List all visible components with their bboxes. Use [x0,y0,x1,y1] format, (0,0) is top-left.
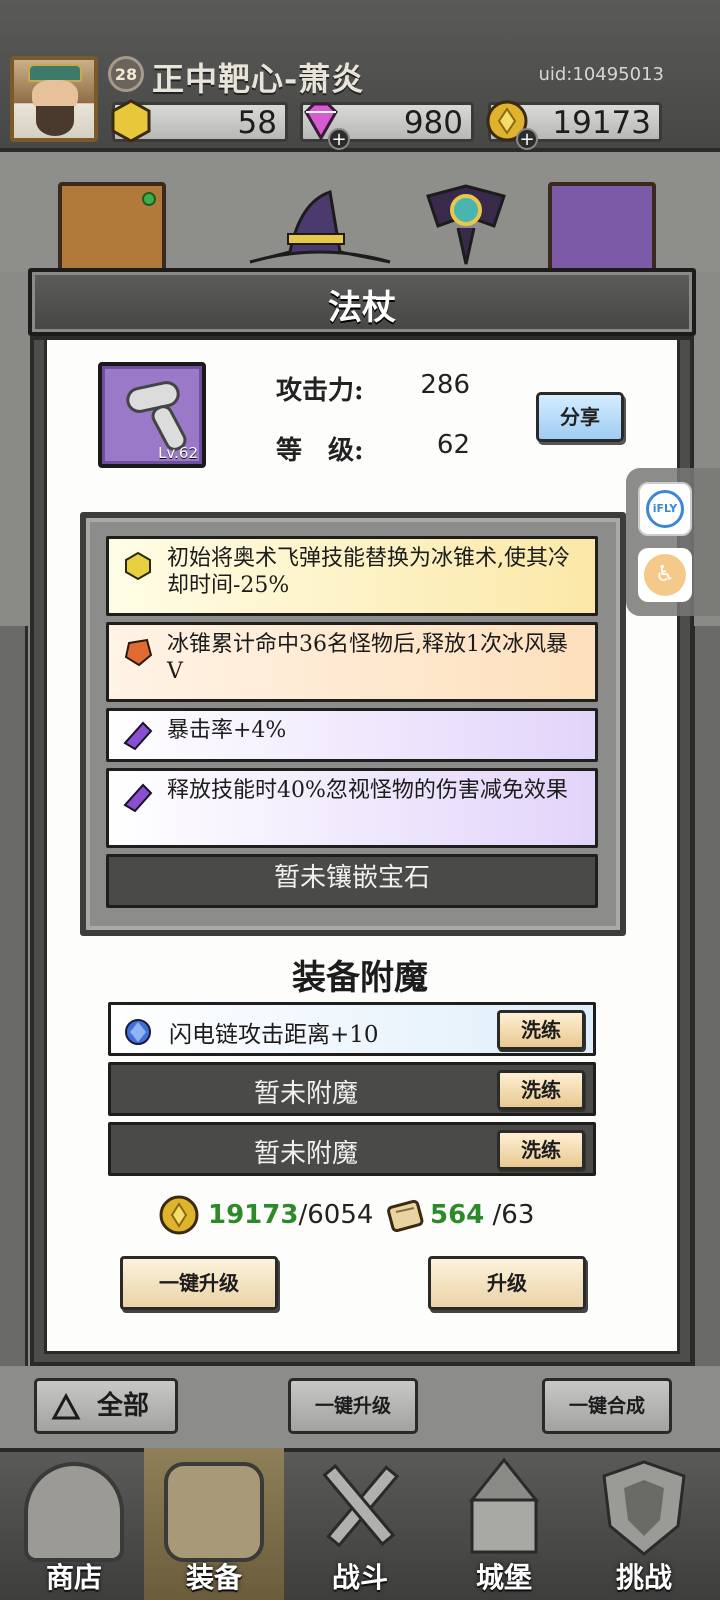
enchant-row: 暂未附魔 洗练 [108,1062,596,1116]
item-level-label: Lv.62 [158,444,198,462]
attack-value: 286 [420,370,470,400]
nav-equipment-label: 装备 [185,1561,242,1594]
coin-need: /6054 [298,1200,374,1230]
modal-title: 法杖 [328,288,396,328]
gem-row: 冰锥累计命中36名怪物后,释放1次冰风暴V [106,622,598,702]
accessibility-icon: ♿ [644,554,686,596]
backpack-icon [164,1462,264,1562]
enchant-row: 闪电链攻击距离+10 洗练 [108,1002,596,1056]
nav-castle[interactable]: 城堡 [434,1448,574,1600]
top-header: 28 正中靶心-萧炎 uid:10495013 58 980 + 19173 + [0,0,720,152]
triangle-filter-icon [51,1393,81,1420]
diamond-add-button[interactable]: + [328,128,350,150]
ifly-icon: iFLY [646,490,684,528]
purple-gem-icon [123,721,153,751]
reroll-button[interactable]: 洗练 [497,1010,585,1050]
gem-effect-text: 释放技能时40%忽视怪物的伤害减免效果 [167,778,568,803]
scroll-need: /63 [484,1200,535,1230]
wizard-hat-icon [249,190,391,264]
player-uid: uid:10495013 [538,64,664,85]
player-avatar[interactable] [10,56,98,142]
gem-row: 初始将奥术飞弹技能替换为冰锥术,使其冷却时间-25% [106,536,598,616]
modal-title-bar: 法杖 [28,268,696,336]
gem-effect-text: 暴击率+4% [167,718,287,743]
one-click-upgrade-button[interactable]: 一键升级 [120,1256,278,1310]
avatar-beard [36,106,74,136]
player-name: 正中靶心-萧炎 [152,60,365,98]
gem-effect-text: 冰锥累计命中36名怪物后,释放1次冰风暴V [167,632,568,684]
scroll-icon [387,1199,424,1233]
empty-gem-slot[interactable]: 暂未镶嵌宝石 [106,854,598,908]
reroll-button[interactable]: 洗练 [497,1070,585,1110]
enchant-text: 闪电链攻击距离+10 [169,1022,379,1048]
castle-icon [468,1457,540,1554]
coin-value: 19173 [552,105,651,141]
orange-gem-icon [124,638,153,667]
crossed-swords-icon [322,1463,400,1548]
empty-gem-text: 暂未镶嵌宝石 [273,863,430,893]
bulk-upgrade-button[interactable]: 一键升级 [288,1378,418,1434]
nav-equipment[interactable]: 装备 [144,1448,284,1600]
yellow-gem-icon [125,551,151,581]
reroll-button[interactable]: 洗练 [497,1130,585,1170]
player-level-badge: 28 [108,56,144,92]
gem-row: 暴击率+4% [106,708,598,762]
enchant-text: 暂未附魔 [253,1139,358,1169]
nav-challenge-label: 挑战 [615,1561,672,1594]
shop-icon [24,1462,124,1562]
nav-challenge[interactable]: 挑战 [574,1448,714,1600]
coin-cost: 19173/6054 [208,1200,373,1230]
equipment-showcase [0,152,720,282]
nav-castle-label: 城堡 [475,1561,532,1594]
staff-item-icon: Lv.62 [98,362,206,468]
gold-hex-value: 58 [237,105,277,141]
gem-row: 释放技能时40%忽视怪物的伤害减免效果 [106,768,598,848]
filter-all-label: 全部 [97,1391,150,1421]
armor-slot[interactable] [58,182,166,282]
blue-orb-icon [125,1019,151,1045]
level-label: 等 级: [276,436,364,466]
coin-add-button[interactable]: + [516,128,538,150]
nav-battle-label: 战斗 [331,1561,388,1594]
nav-shop-label: 商店 [45,1561,102,1594]
weapon-slot[interactable] [548,182,656,282]
attack-label: 攻击力: [276,376,364,406]
level-value: 62 [436,430,470,460]
amulet-icon [426,184,506,265]
share-button[interactable]: 分享 [536,392,624,442]
scroll-cost: 564 /63 [430,1200,534,1230]
enchant-text: 暂未附魔 [253,1079,358,1109]
nav-shop[interactable]: 商店 [4,1448,144,1600]
gold-hex-icon [111,99,151,143]
upgrade-button[interactable]: 升级 [428,1256,586,1310]
enchant-row: 暂未附魔 洗练 [108,1122,596,1176]
bulk-merge-button[interactable]: 一键合成 [542,1378,672,1434]
upgrade-available-dot [142,192,156,206]
gem-effect-text: 初始将奥术飞弹技能替换为冰锥术,使其冷却时间-25% [167,546,570,598]
ifly-button[interactable]: iFLY [638,482,692,536]
purple-gem-icon [123,783,153,813]
scroll-have: 564 [430,1200,485,1230]
coin-have: 19173 [208,1200,299,1230]
shield-icon [602,1460,686,1556]
filter-all-button[interactable]: 全部 [34,1378,178,1434]
coin-cost-icon [159,1195,199,1235]
accessibility-button[interactable]: ♿ [638,548,692,602]
floating-assistant-widget: iFLY ♿ [626,468,720,616]
nav-battle[interactable]: 战斗 [290,1448,430,1600]
diamond-value: 980 [403,105,463,141]
enchant-section-title: 装备附魔 [292,958,428,998]
